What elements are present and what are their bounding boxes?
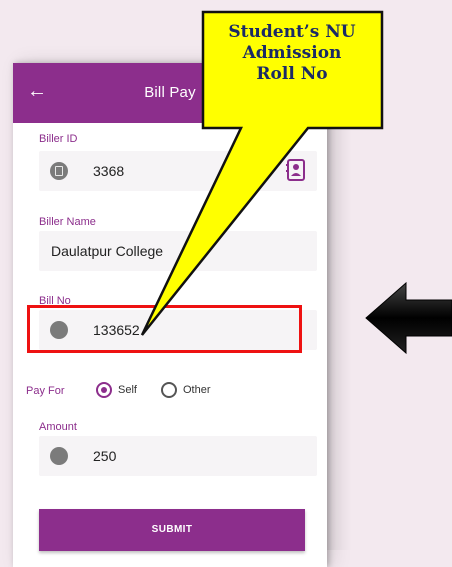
left-arrow-icon [365, 281, 452, 355]
